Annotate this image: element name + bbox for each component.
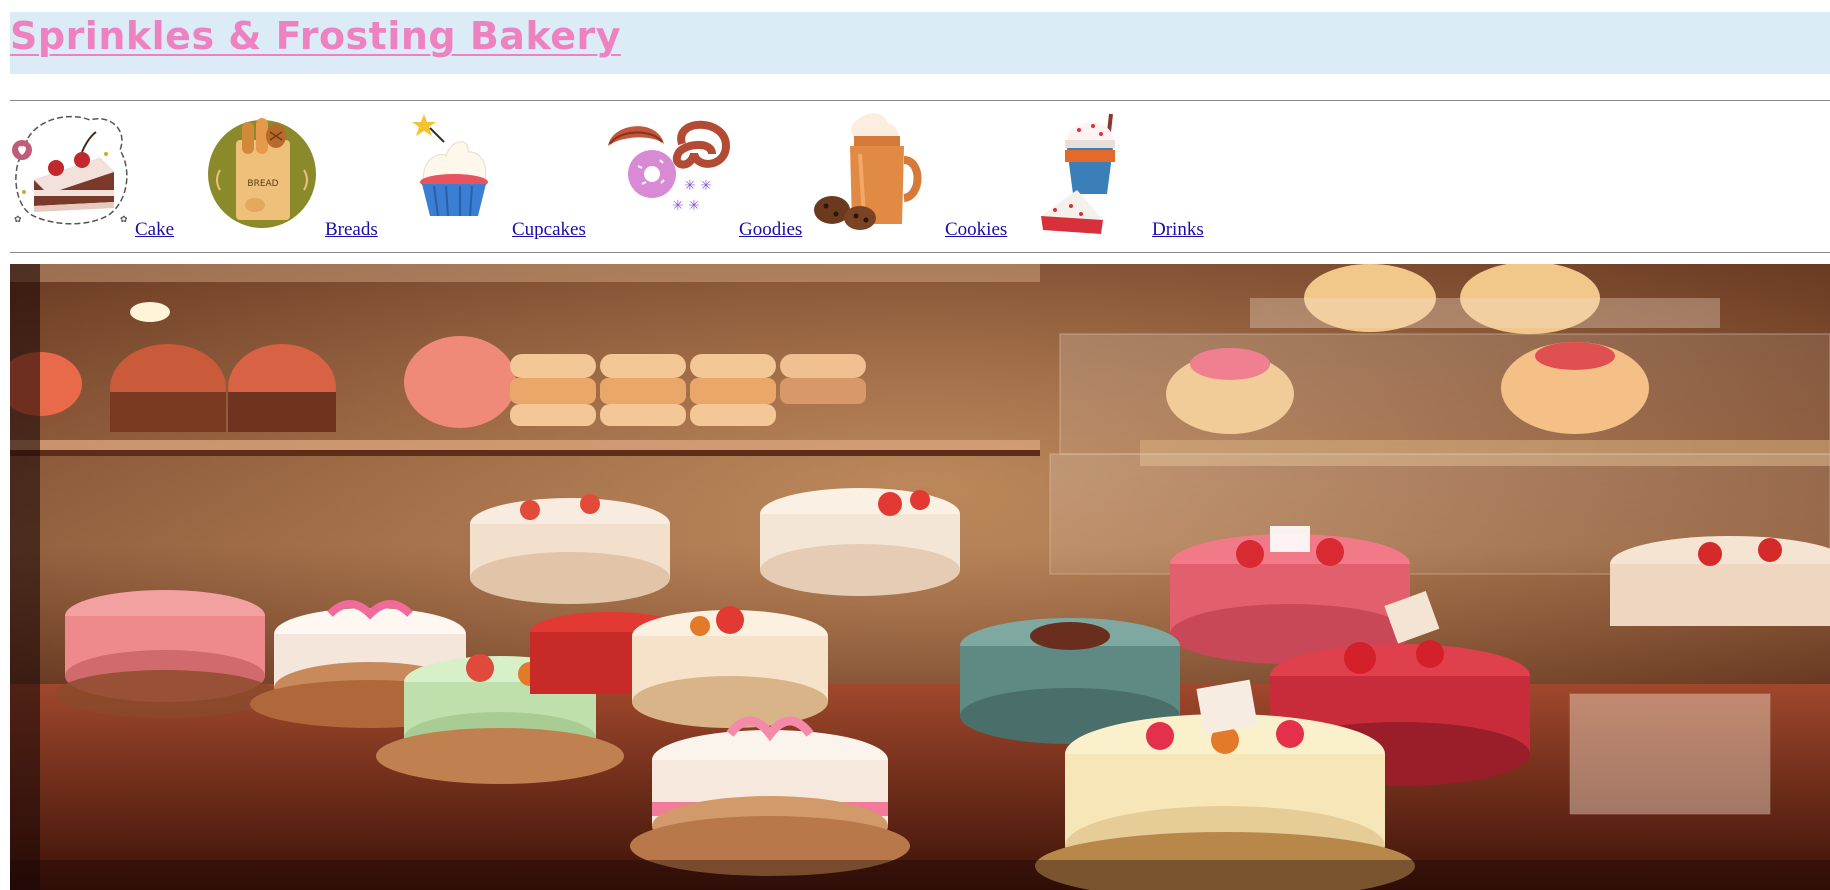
svg-text:✿: ✿ — [14, 215, 22, 225]
nav-link-goodies[interactable]: Goodies — [739, 219, 802, 241]
cake-slice-icon: ✿ ✿ — [12, 115, 128, 225]
header-banner: Sprinkles & Frosting Bakery — [10, 12, 1830, 74]
svg-text:✳ ✳: ✳ ✳ — [672, 198, 700, 214]
nav-link-breads[interactable]: Breads — [325, 219, 378, 241]
bottom-divider — [10, 252, 1830, 253]
svg-text:✿: ✿ — [120, 215, 128, 225]
nav-link-cake[interactable]: Cake — [135, 219, 174, 241]
site-title-link[interactable]: Sprinkles & Frosting Bakery — [10, 14, 621, 58]
milkshake-cookies-icon — [814, 113, 922, 230]
donut-pretzel-icon: ✳ ✳ ✳ ✳ — [608, 120, 731, 214]
hero-image — [10, 264, 1830, 890]
svg-text:BREAD: BREAD — [247, 179, 278, 189]
svg-text:✳ ✳: ✳ ✳ — [684, 178, 712, 194]
drink-pie-icon — [1041, 113, 1115, 234]
bread-bag-icon: BREAD — [208, 118, 316, 228]
nav-link-cookies[interactable]: Cookies — [945, 219, 1007, 241]
nav-link-drinks[interactable]: Drinks — [1152, 219, 1204, 241]
top-divider — [10, 100, 1830, 101]
category-nav: ✿ ✿ Cake BREAD Breads Cupcakes ✳ ✳ ✳ ✳ G… — [10, 110, 1830, 248]
nav-link-cupcakes[interactable]: Cupcakes — [512, 219, 586, 241]
bakery-display-case-photo — [10, 264, 1830, 890]
cupcake-icon — [412, 114, 488, 217]
